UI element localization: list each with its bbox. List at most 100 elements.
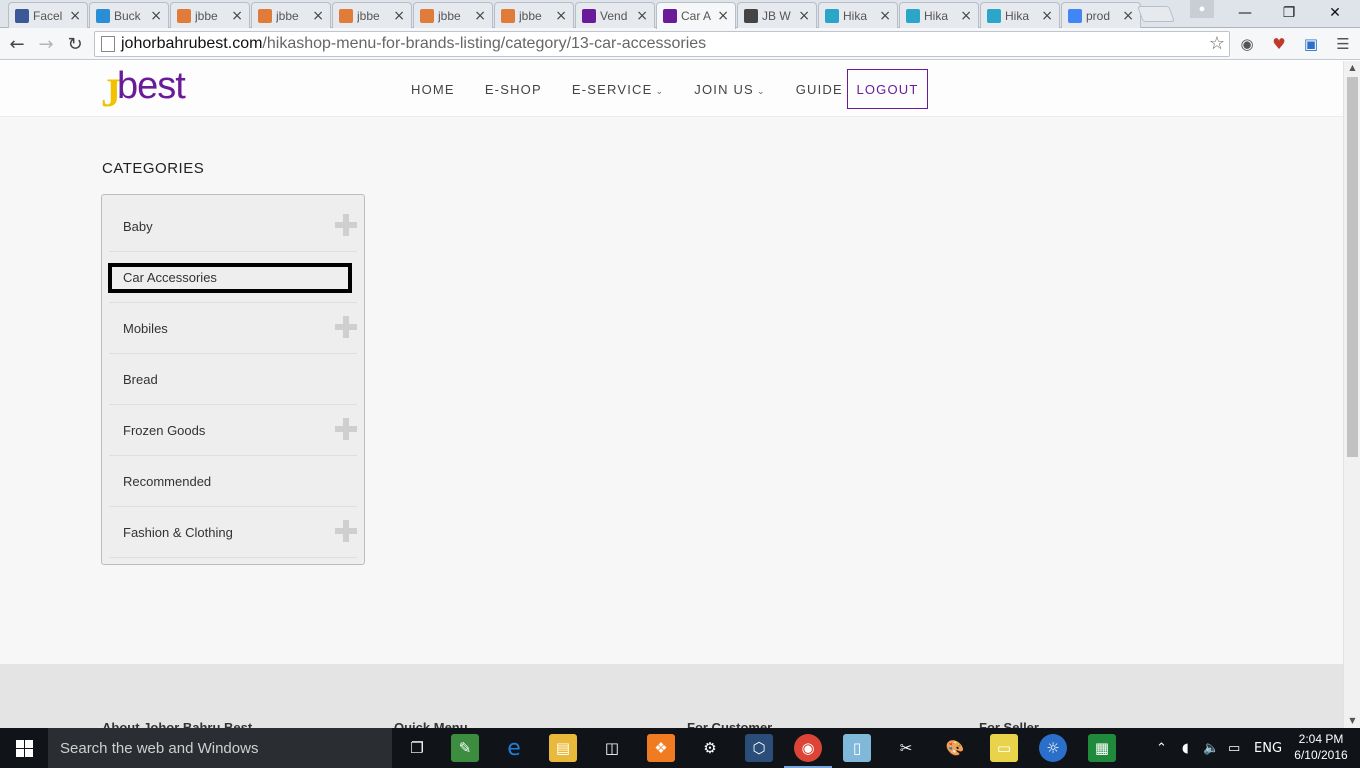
page-scrollbar[interactable]: ▲ ▼ — [1343, 61, 1360, 728]
chrome-menu-icon[interactable]: ☰ — [1334, 35, 1352, 53]
browser-tab[interactable]: Facel × — [8, 2, 88, 28]
xampp-icon[interactable]: ❖ — [647, 734, 675, 762]
nav-item-e-shop[interactable]: E-SHOP — [485, 82, 542, 97]
nav-item-join-us[interactable]: JOIN US ⌄ — [694, 82, 765, 97]
tab-close-icon[interactable]: × — [879, 8, 891, 24]
taskbar-clock[interactable]: 2:04 PM 6/10/2016 — [1290, 731, 1352, 763]
tab-title: Buck — [114, 8, 141, 23]
store-icon[interactable]: ◫ — [598, 734, 626, 762]
app-icon-notes[interactable]: ▯ — [843, 734, 871, 762]
edge-browser-icon[interactable]: e — [500, 734, 528, 762]
browser-tab[interactable]: Vend × — [575, 2, 655, 28]
tab-close-icon[interactable]: × — [1041, 8, 1053, 24]
scroll-thumb[interactable] — [1347, 77, 1358, 457]
screen-capture-extension-icon[interactable]: ▣ — [1302, 35, 1320, 53]
browser-tab[interactable]: Hika × — [980, 2, 1060, 28]
language-indicator[interactable]: ENG — [1254, 728, 1282, 768]
spreadsheet-icon[interactable]: ▦ — [1088, 734, 1116, 762]
tab-close-icon[interactable]: × — [960, 8, 972, 24]
tab-favicon-icon — [15, 8, 29, 23]
browser-tab[interactable]: jbbe × — [494, 2, 574, 28]
category-item[interactable]: Baby — [109, 201, 357, 252]
tab-close-icon[interactable]: × — [555, 8, 567, 24]
profile-icon[interactable]: ● — [1190, 0, 1214, 18]
logout-button[interactable]: LOGOUT — [847, 69, 928, 109]
category-label: Baby — [123, 218, 153, 234]
back-icon[interactable]: ← — [5, 32, 29, 56]
task-view-icon[interactable]: ❐ — [403, 734, 431, 762]
minimize-icon[interactable]: — — [1222, 0, 1268, 26]
tab-close-icon[interactable]: × — [798, 8, 810, 24]
tab-close-icon[interactable]: × — [69, 8, 81, 24]
tab-close-icon[interactable]: × — [717, 8, 729, 24]
category-label: Fashion & Clothing — [123, 524, 233, 540]
browser-tab[interactable]: Hika × — [899, 2, 979, 28]
tray-chevron-icon[interactable]: ⌃ — [1156, 728, 1167, 768]
bookmark-star-icon[interactable]: ☆ — [1209, 33, 1225, 54]
footer-heading: For Customer — [687, 720, 773, 728]
browser-tab[interactable]: prod × — [1061, 2, 1141, 28]
new-tab-button[interactable] — [1137, 6, 1175, 22]
logo-best: best — [117, 65, 186, 107]
restore-icon[interactable]: ❐ — [1266, 0, 1312, 26]
app-icon-globe[interactable]: ☼ — [1039, 734, 1067, 762]
tab-close-icon[interactable]: × — [312, 8, 324, 24]
tab-favicon-icon — [906, 8, 920, 23]
tab-title: jbbe — [195, 8, 218, 23]
taskbar-search[interactable]: Search the web and Windows — [48, 728, 392, 768]
app-icon-scissors[interactable]: ✂ — [892, 734, 920, 762]
category-label: Mobiles — [123, 320, 168, 336]
browser-tab[interactable]: jbbe × — [170, 2, 250, 28]
tab-close-icon[interactable]: × — [231, 8, 243, 24]
browser-tab[interactable]: Car A × — [656, 2, 736, 29]
category-item[interactable]: Frozen Goods — [109, 405, 357, 456]
browser-tab[interactable]: jbbe × — [413, 2, 493, 28]
sticky-notes-icon[interactable]: ▭ — [990, 734, 1018, 762]
file-explorer-icon[interactable]: ▤ — [549, 734, 577, 762]
tab-close-icon[interactable]: × — [1122, 8, 1134, 24]
plus-icon[interactable] — [335, 418, 357, 440]
plus-icon[interactable] — [335, 316, 357, 338]
plus-icon[interactable] — [335, 520, 357, 542]
forward-icon[interactable]: → — [34, 32, 58, 56]
app-icon-notepad[interactable]: ✎ — [451, 734, 479, 762]
app-icon-cube[interactable]: ⬡ — [745, 734, 773, 762]
chevron-down-icon: ⌄ — [756, 86, 766, 97]
category-item[interactable]: Car Accessories — [108, 252, 357, 303]
category-item[interactable]: Fashion & Clothing — [109, 507, 357, 558]
reload-icon[interactable]: ↻ — [63, 32, 87, 56]
paint-icon[interactable]: 🎨 — [941, 734, 969, 762]
browser-tab[interactable]: JB W × — [737, 2, 817, 28]
scroll-up-icon[interactable]: ▲ — [1344, 61, 1360, 75]
notifications-icon[interactable]: ▭ — [1228, 728, 1240, 768]
browser-tab[interactable]: jbbe × — [251, 2, 331, 28]
nav-item-e-service[interactable]: E-SERVICE ⌄ — [572, 82, 664, 97]
footer-heading: About Johor Bahru Best — [102, 720, 253, 728]
scroll-down-icon[interactable]: ▼ — [1344, 714, 1360, 728]
browser-tab[interactable]: Buck × — [89, 2, 169, 28]
browser-tab[interactable]: Hika × — [818, 2, 898, 28]
plus-icon[interactable] — [335, 214, 357, 236]
tab-close-icon[interactable]: × — [393, 8, 405, 24]
tab-close-icon[interactable]: × — [636, 8, 648, 24]
chrome-icon[interactable]: ◉ — [784, 734, 832, 768]
volume-icon[interactable]: 🔈 — [1203, 728, 1219, 768]
pocket-extension-icon[interactable]: ♥ — [1270, 35, 1288, 53]
nav-item-home[interactable]: HOME — [411, 82, 455, 97]
nav-item-guide[interactable]: GUIDE — [796, 82, 843, 97]
close-window-icon[interactable]: ✕ — [1312, 0, 1358, 26]
tab-title: Hika — [1005, 8, 1030, 23]
category-item[interactable]: Mobiles — [109, 303, 357, 354]
browser-tab[interactable]: jbbe × — [332, 2, 412, 28]
category-item[interactable]: Recommended — [109, 456, 357, 507]
tab-close-icon[interactable]: × — [150, 8, 162, 24]
category-item[interactable]: Bread — [109, 354, 357, 405]
site-logo[interactable]: J best — [101, 65, 211, 115]
tab-favicon-icon — [582, 8, 596, 23]
address-bar[interactable]: johorbahrubest.com/hikashop-menu-for-bra… — [94, 31, 1230, 57]
start-button[interactable] — [0, 728, 48, 768]
camera-extension-icon[interactable]: ◉ — [1238, 35, 1256, 53]
wifi-icon[interactable]: ◖ — [1182, 728, 1189, 768]
app-icon-tools[interactable]: ⚙ — [696, 734, 724, 762]
tab-close-icon[interactable]: × — [474, 8, 486, 24]
